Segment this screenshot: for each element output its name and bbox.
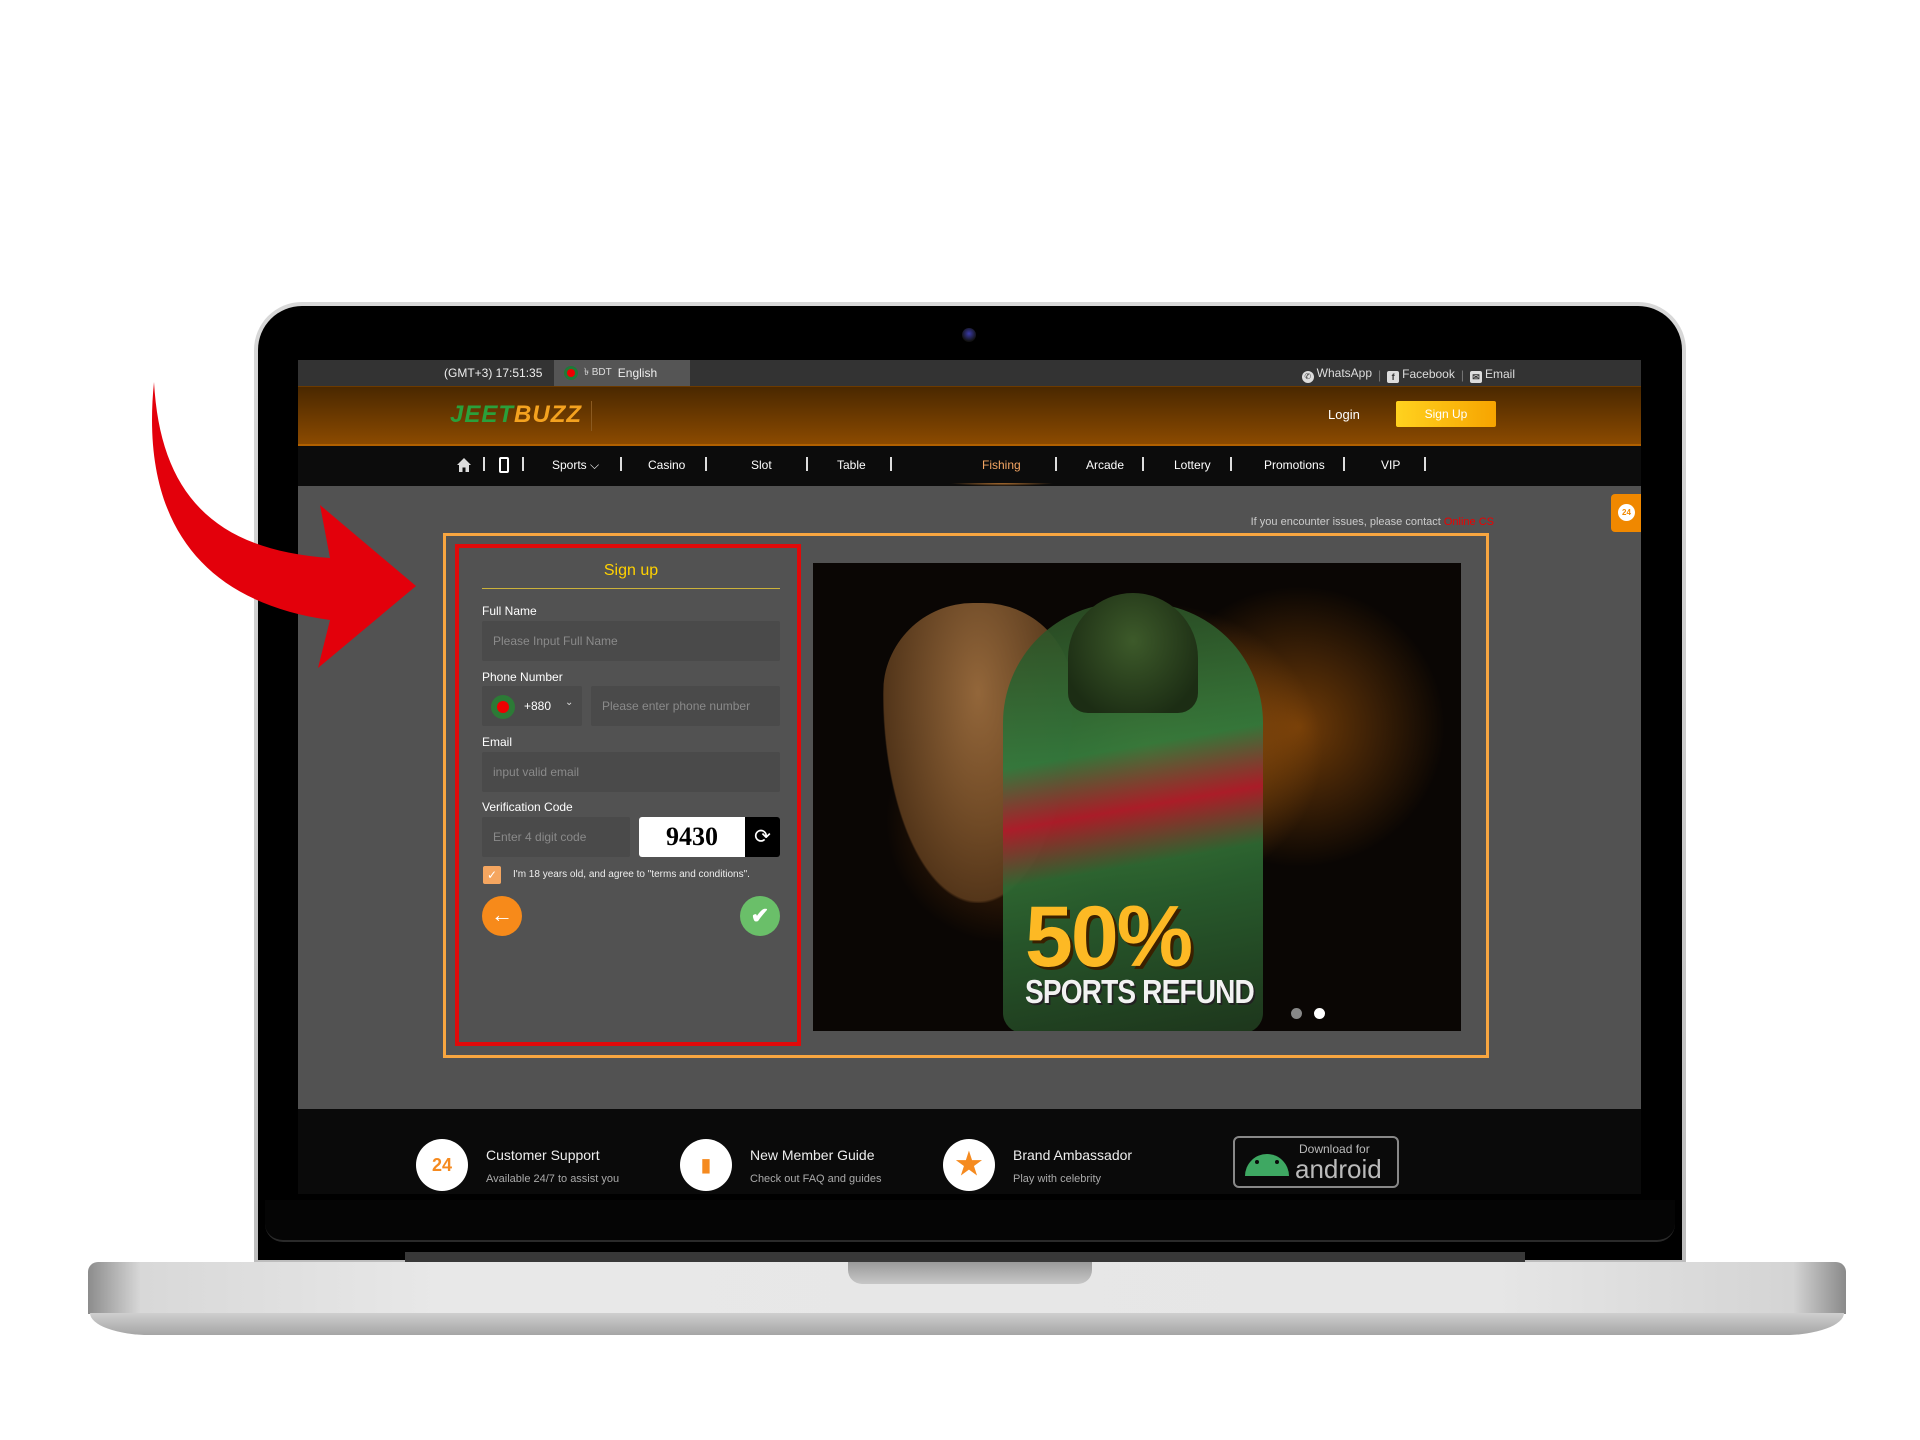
age-agreement-checkbox[interactable]: ✓ (483, 866, 501, 884)
email-input[interactable]: input valid email (482, 752, 780, 792)
divider (1055, 457, 1057, 471)
screen: (GMT+3) 17:51:35 ৳ BDT English ✆ WhatsApp… (298, 360, 1641, 1198)
whatsapp-icon: ✆ (1301, 371, 1314, 383)
email-label: Email (482, 735, 513, 749)
nav-casino[interactable]: Casino (648, 458, 685, 472)
carousel-dot-2-active[interactable] (1314, 1008, 1325, 1019)
laptop-chin (265, 1200, 1675, 1242)
phone-label: Phone Number (482, 670, 563, 684)
facebook-link[interactable]: f Facebook (1387, 367, 1455, 383)
signup-modal: Sign up Full Name Please Input Full Name… (443, 533, 1489, 1058)
checkmark-icon: ✔ (750, 903, 770, 928)
divider (806, 457, 808, 471)
divider: | (1378, 367, 1382, 382)
download-android-button[interactable]: Download for android (1233, 1136, 1399, 1188)
nav-arcade[interactable]: Arcade (1086, 458, 1124, 472)
language: English (617, 366, 658, 380)
chevron-down-icon: ⌵ (590, 458, 600, 472)
facebook-icon: f (1387, 370, 1400, 383)
bangladesh-flag-icon (564, 366, 578, 380)
email-icon: ✉ (1469, 370, 1482, 383)
highlight-box: Sign up Full Name Please Input Full Name… (455, 544, 801, 1046)
24-support-icon: 24 (416, 1139, 468, 1191)
helmet-image (1068, 593, 1198, 713)
book-icon: ▮ (680, 1139, 732, 1191)
laptop-notch (848, 1262, 1092, 1284)
full-name-label: Full Name (482, 604, 537, 618)
whatsapp-link[interactable]: ✆ WhatsApp (1301, 366, 1372, 383)
divider (890, 457, 892, 471)
nav-fishing[interactable]: Fishing (982, 458, 1021, 472)
main-nav: Sports ⌵ Casino Slot Table Fishing Arcad… (298, 446, 1641, 486)
webcam (962, 328, 976, 342)
email-link[interactable]: ✉ Email (1469, 367, 1515, 383)
android-icon (1245, 1154, 1289, 1176)
divider (483, 457, 485, 471)
nav-table[interactable]: Table (837, 458, 866, 472)
verification-label: Verification Code (482, 800, 573, 814)
language-selector[interactable]: ৳ BDT English (554, 360, 690, 386)
nav-sports[interactable]: Sports ⌵ (552, 458, 599, 473)
nav-promotions[interactable]: Promotions (1264, 458, 1325, 472)
chevron-down-icon: ⌄ (565, 697, 574, 708)
form-title: Sign up (482, 562, 780, 589)
phone-input[interactable]: Please enter phone number (591, 686, 780, 726)
nav-lottery[interactable]: Lottery (1174, 458, 1211, 472)
support-notice: If you encounter issues, please contact … (1250, 516, 1494, 528)
mobile-icon[interactable] (499, 457, 509, 473)
24h-support-icon: 24 (1618, 504, 1635, 521)
refresh-icon: ⟳ (754, 826, 771, 848)
verification-input[interactable]: Enter 4 digit code (482, 817, 630, 857)
promo-banner[interactable]: 50% SPORTS REFUND (813, 563, 1461, 1031)
social-links: ✆ WhatsApp | f Facebook | ✉ Email (1301, 366, 1515, 383)
login-button[interactable]: Login (1328, 407, 1360, 422)
live-support-tab[interactable]: 24 (1611, 494, 1641, 532)
site-header: JEETBUZZ Login Sign Up (298, 386, 1641, 446)
divider (1343, 457, 1345, 471)
site-footer: 24 Customer Support Available 24/7 to as… (298, 1109, 1641, 1194)
full-name-input[interactable]: Please Input Full Name (482, 621, 780, 661)
captcha-image: 9430 (639, 817, 745, 857)
page-body: If you encounter issues, please contact … (298, 486, 1641, 1109)
country-code-select[interactable]: +880 ⌄ (482, 686, 582, 726)
carousel-dot-1[interactable] (1291, 1008, 1302, 1019)
currency: ৳ BDT (584, 366, 612, 378)
divider (591, 401, 592, 431)
divider (1424, 457, 1426, 471)
arrow-left-icon: ← (491, 902, 513, 927)
top-bar: (GMT+3) 17:51:35 ৳ BDT English ✆ WhatsApp… (298, 360, 1641, 386)
star-icon: ★ (943, 1139, 995, 1191)
laptop-mockup: (GMT+3) 17:51:35 ৳ BDT English ✆ WhatsApp… (0, 0, 1920, 1440)
divider (1142, 457, 1144, 471)
divider (522, 457, 524, 471)
divider: | (1460, 367, 1464, 382)
divider (620, 457, 622, 471)
divider (1230, 457, 1232, 471)
bangladesh-flag-icon (491, 695, 515, 719)
divider (705, 457, 707, 471)
laptop-base-lower (90, 1313, 1844, 1335)
submit-button[interactable]: ✔ (740, 896, 780, 936)
checkmark-icon: ✓ (486, 868, 498, 882)
signup-button[interactable]: Sign Up (1396, 401, 1496, 427)
red-annotation-arrow-icon (152, 382, 416, 668)
nav-vip[interactable]: VIP (1381, 458, 1400, 472)
refresh-captcha-button[interactable]: ⟳ (745, 817, 780, 857)
promo-subheadline: SPORTS REFUND (1025, 973, 1255, 1010)
back-button[interactable]: ← (482, 896, 522, 936)
online-cs-link[interactable]: Online CS (1444, 516, 1494, 528)
nav-slot[interactable]: Slot (751, 458, 772, 472)
age-agreement-text: I'm 18 years old, and agree to "terms an… (513, 869, 750, 880)
